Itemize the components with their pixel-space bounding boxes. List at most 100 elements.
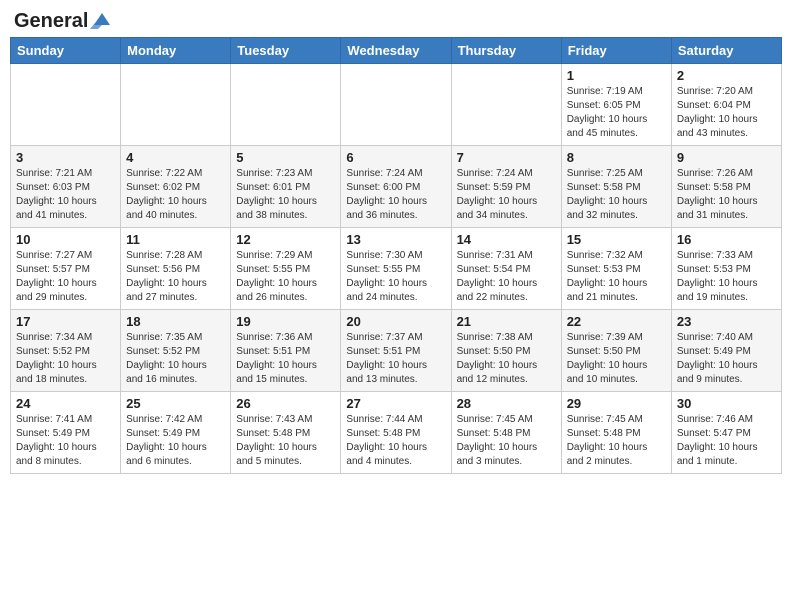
day-number: 27: [346, 396, 445, 411]
day-number: 21: [457, 314, 556, 329]
day-number: 25: [126, 396, 225, 411]
day-info: Sunrise: 7:28 AM Sunset: 5:56 PM Dayligh…: [126, 249, 225, 305]
day-info: Sunrise: 7:25 AM Sunset: 5:58 PM Dayligh…: [567, 167, 666, 223]
logo: General: [14, 10, 112, 29]
day-info: Sunrise: 7:46 AM Sunset: 5:47 PM Dayligh…: [677, 413, 776, 469]
day-info: Sunrise: 7:33 AM Sunset: 5:53 PM Dayligh…: [677, 249, 776, 305]
day-number: 26: [236, 396, 335, 411]
day-number: 29: [567, 396, 666, 411]
calendar-cell: 9 Sunrise: 7:26 AM Sunset: 5:58 PM Daylig…: [671, 146, 781, 228]
day-number: 13: [346, 232, 445, 247]
weekday-header-sunday: Sunday: [11, 38, 121, 64]
day-number: 24: [16, 396, 115, 411]
day-number: 18: [126, 314, 225, 329]
day-number: 2: [677, 68, 776, 83]
page-header: General: [10, 10, 782, 29]
day-info: Sunrise: 7:19 AM Sunset: 6:05 PM Dayligh…: [567, 85, 666, 141]
weekday-header-friday: Friday: [561, 38, 671, 64]
day-info: Sunrise: 7:26 AM Sunset: 5:58 PM Dayligh…: [677, 167, 776, 223]
calendar-cell: 2 Sunrise: 7:20 AM Sunset: 6:04 PM Daylig…: [671, 64, 781, 146]
day-number: 8: [567, 150, 666, 165]
calendar-cell: 8 Sunrise: 7:25 AM Sunset: 5:58 PM Daylig…: [561, 146, 671, 228]
day-info: Sunrise: 7:41 AM Sunset: 5:49 PM Dayligh…: [16, 413, 115, 469]
weekday-header-tuesday: Tuesday: [231, 38, 341, 64]
weekday-header-wednesday: Wednesday: [341, 38, 451, 64]
day-info: Sunrise: 7:30 AM Sunset: 5:55 PM Dayligh…: [346, 249, 445, 305]
calendar-cell: 10 Sunrise: 7:27 AM Sunset: 5:57 PM Dayli…: [11, 228, 121, 310]
day-number: 10: [16, 232, 115, 247]
calendar-week-2: 3 Sunrise: 7:21 AM Sunset: 6:03 PM Daylig…: [11, 146, 782, 228]
day-info: Sunrise: 7:24 AM Sunset: 6:00 PM Dayligh…: [346, 167, 445, 223]
calendar-cell: 15Sunrise: 7:32 AM Sunset: 5:53 PM Dayli…: [561, 228, 671, 310]
calendar-cell: [121, 64, 231, 146]
calendar-cell: 30 Sunrise: 7:46 AM Sunset: 5:47 PM Dayli…: [671, 392, 781, 474]
day-info: Sunrise: 7:21 AM Sunset: 6:03 PM Dayligh…: [16, 167, 115, 223]
calendar-table: SundayMondayTuesdayWednesdayThursdayFrid…: [10, 37, 782, 474]
day-info: Sunrise: 7:42 AM Sunset: 5:49 PM Dayligh…: [126, 413, 225, 469]
calendar-cell: 17 Sunrise: 7:34 AM Sunset: 5:52 PM Dayli…: [11, 310, 121, 392]
weekday-header-saturday: Saturday: [671, 38, 781, 64]
day-number: 6: [346, 150, 445, 165]
calendar-cell: 29Sunrise: 7:45 AM Sunset: 5:48 PM Dayli…: [561, 392, 671, 474]
day-info: Sunrise: 7:35 AM Sunset: 5:52 PM Dayligh…: [126, 331, 225, 387]
day-number: 23: [677, 314, 776, 329]
calendar-cell: 5 Sunrise: 7:23 AM Sunset: 6:01 PM Daylig…: [231, 146, 341, 228]
calendar-header-row: SundayMondayTuesdayWednesdayThursdayFrid…: [11, 38, 782, 64]
day-number: 15: [567, 232, 666, 247]
day-info: Sunrise: 7:29 AM Sunset: 5:55 PM Dayligh…: [236, 249, 335, 305]
day-info: Sunrise: 7:22 AM Sunset: 6:02 PM Dayligh…: [126, 167, 225, 223]
day-number: 12: [236, 232, 335, 247]
day-info: Sunrise: 7:34 AM Sunset: 5:52 PM Dayligh…: [16, 331, 115, 387]
day-info: Sunrise: 7:31 AM Sunset: 5:54 PM Dayligh…: [457, 249, 556, 305]
day-info: Sunrise: 7:24 AM Sunset: 5:59 PM Dayligh…: [457, 167, 556, 223]
weekday-header-thursday: Thursday: [451, 38, 561, 64]
day-info: Sunrise: 7:45 AM Sunset: 5:48 PM Dayligh…: [457, 413, 556, 469]
calendar-week-4: 17 Sunrise: 7:34 AM Sunset: 5:52 PM Dayli…: [11, 310, 782, 392]
day-number: 30: [677, 396, 776, 411]
calendar-cell: 20 Sunrise: 7:37 AM Sunset: 5:51 PM Dayli…: [341, 310, 451, 392]
calendar-week-1: 1 Sunrise: 7:19 AM Sunset: 6:05 PM Daylig…: [11, 64, 782, 146]
day-info: Sunrise: 7:20 AM Sunset: 6:04 PM Dayligh…: [677, 85, 776, 141]
day-number: 1: [567, 68, 666, 83]
day-info: Sunrise: 7:27 AM Sunset: 5:57 PM Dayligh…: [16, 249, 115, 305]
calendar-cell: 18 Sunrise: 7:35 AM Sunset: 5:52 PM Dayli…: [121, 310, 231, 392]
day-info: Sunrise: 7:36 AM Sunset: 5:51 PM Dayligh…: [236, 331, 335, 387]
calendar-cell: 14 Sunrise: 7:31 AM Sunset: 5:54 PM Dayli…: [451, 228, 561, 310]
calendar-cell: 7 Sunrise: 7:24 AM Sunset: 5:59 PM Daylig…: [451, 146, 561, 228]
calendar-cell: 22Sunrise: 7:39 AM Sunset: 5:50 PM Dayli…: [561, 310, 671, 392]
day-number: 7: [457, 150, 556, 165]
day-number: 5: [236, 150, 335, 165]
day-info: Sunrise: 7:37 AM Sunset: 5:51 PM Dayligh…: [346, 331, 445, 387]
calendar-cell: [11, 64, 121, 146]
calendar-cell: 21Sunrise: 7:38 AM Sunset: 5:50 PM Dayli…: [451, 310, 561, 392]
day-number: 11: [126, 232, 225, 247]
logo-general: General: [14, 10, 88, 33]
day-info: Sunrise: 7:40 AM Sunset: 5:49 PM Dayligh…: [677, 331, 776, 387]
day-number: 17: [16, 314, 115, 329]
weekday-header-monday: Monday: [121, 38, 231, 64]
logo-icon: [90, 11, 112, 29]
day-info: Sunrise: 7:43 AM Sunset: 5:48 PM Dayligh…: [236, 413, 335, 469]
calendar-week-3: 10 Sunrise: 7:27 AM Sunset: 5:57 PM Dayli…: [11, 228, 782, 310]
calendar-cell: [451, 64, 561, 146]
calendar-cell: 24 Sunrise: 7:41 AM Sunset: 5:49 PM Dayli…: [11, 392, 121, 474]
calendar-cell: 28 Sunrise: 7:45 AM Sunset: 5:48 PM Dayli…: [451, 392, 561, 474]
calendar-cell: 23 Sunrise: 7:40 AM Sunset: 5:49 PM Dayli…: [671, 310, 781, 392]
day-number: 14: [457, 232, 556, 247]
day-number: 16: [677, 232, 776, 247]
day-number: 28: [457, 396, 556, 411]
day-number: 3: [16, 150, 115, 165]
calendar-cell: 12 Sunrise: 7:29 AM Sunset: 5:55 PM Dayli…: [231, 228, 341, 310]
day-info: Sunrise: 7:23 AM Sunset: 6:01 PM Dayligh…: [236, 167, 335, 223]
calendar-cell: 11 Sunrise: 7:28 AM Sunset: 5:56 PM Dayli…: [121, 228, 231, 310]
day-number: 19: [236, 314, 335, 329]
day-number: 4: [126, 150, 225, 165]
calendar-week-5: 24 Sunrise: 7:41 AM Sunset: 5:49 PM Dayli…: [11, 392, 782, 474]
day-number: 22: [567, 314, 666, 329]
day-number: 20: [346, 314, 445, 329]
calendar-cell: 19 Sunrise: 7:36 AM Sunset: 5:51 PM Dayli…: [231, 310, 341, 392]
day-number: 9: [677, 150, 776, 165]
calendar-cell: [341, 64, 451, 146]
calendar-cell: [231, 64, 341, 146]
calendar-cell: 6 Sunrise: 7:24 AM Sunset: 6:00 PM Daylig…: [341, 146, 451, 228]
